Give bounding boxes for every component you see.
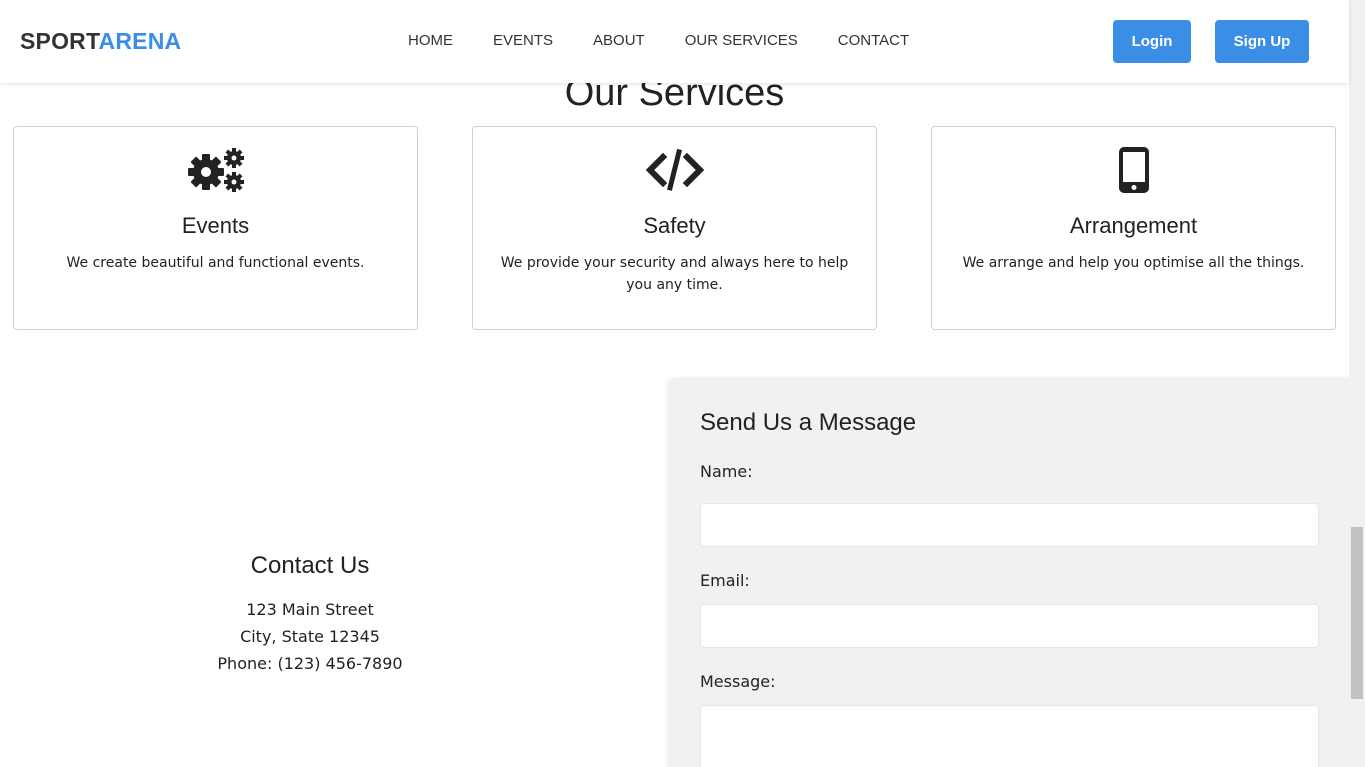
message-form-title: Send Us a Message xyxy=(700,409,917,436)
site-header: SPORTARENA HOME EVENTS ABOUT OUR SERVICE… xyxy=(0,0,1349,83)
login-button[interactable]: Login xyxy=(1113,20,1191,63)
logo-text-arena: ARENA xyxy=(98,28,182,54)
service-card-events: Events We create beautiful and functiona… xyxy=(13,126,418,330)
service-card-description: We create beautiful and functional event… xyxy=(66,255,365,271)
logo-text-sport: SPORT xyxy=(20,28,99,54)
name-input[interactable] xyxy=(700,503,1319,547)
mobile-phone-icon xyxy=(932,145,1335,195)
nav-about[interactable]: ABOUT xyxy=(593,32,645,49)
nav-contact[interactable]: CONTACT xyxy=(838,32,909,49)
contact-address-line1: 123 Main Street xyxy=(246,600,374,619)
service-card-safety: Safety We provide your security and alwa… xyxy=(472,126,877,330)
nav-events[interactable]: EVENTS xyxy=(493,32,553,49)
service-card-title: Events xyxy=(181,213,250,238)
contact-title: Contact Us xyxy=(250,552,370,579)
service-card-arrangement: Arrangement We arrange and help you opti… xyxy=(931,126,1336,330)
contact-address-line2: City, State 12345 xyxy=(240,627,380,646)
service-card-description: We arrange and help you optimise all the… xyxy=(962,255,1305,271)
email-label: Email: xyxy=(700,571,750,590)
service-card-title: Safety xyxy=(643,213,706,238)
service-card-description: We provide your security and always here… xyxy=(500,255,849,293)
main-nav: HOME EVENTS ABOUT OUR SERVICES CONTACT xyxy=(408,32,949,49)
nav-home[interactable]: HOME xyxy=(408,32,453,49)
code-icon xyxy=(473,145,876,195)
signup-button[interactable]: Sign Up xyxy=(1215,20,1309,63)
service-card-title: Arrangement xyxy=(1069,213,1198,238)
message-label: Message: xyxy=(700,672,776,691)
message-textarea[interactable] xyxy=(700,705,1319,767)
contact-info: Contact Us 123 Main Street City, State 1… xyxy=(120,552,500,677)
scrollbar-thumb[interactable] xyxy=(1351,527,1363,699)
page: SPORTARENA HOME EVENTS ABOUT OUR SERVICE… xyxy=(0,0,1365,767)
nav-our-services[interactable]: OUR SERVICES xyxy=(685,32,798,49)
email-input[interactable] xyxy=(700,604,1319,648)
site-logo[interactable]: SPORTARENA xyxy=(20,28,181,55)
gears-icon xyxy=(14,145,417,195)
contact-phone: Phone: (123) 456-7890 xyxy=(217,654,403,673)
name-label: Name: xyxy=(700,462,753,481)
